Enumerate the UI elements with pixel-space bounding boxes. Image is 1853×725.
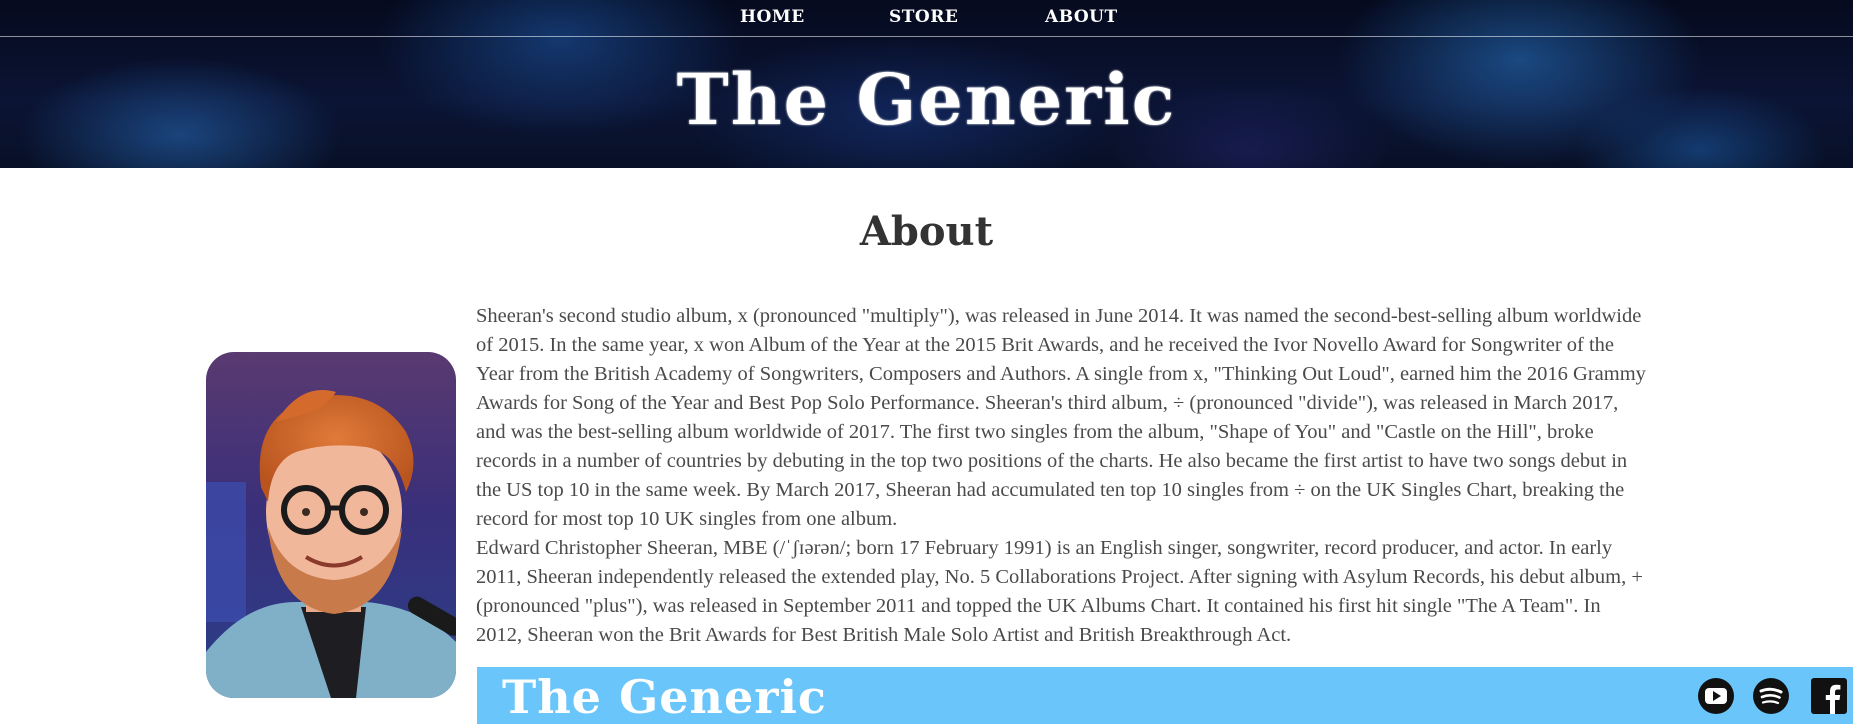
artist-photo [206, 352, 456, 698]
top-nav: HOME STORE ABOUT [0, 0, 1853, 37]
about-content: Sheeran's second studio album, x (pronou… [206, 302, 1646, 708]
site-title: The Generic [676, 58, 1177, 141]
spotify-icon[interactable] [1752, 677, 1790, 715]
youtube-icon[interactable] [1697, 677, 1735, 715]
site-header: HOME STORE ABOUT The Generic [0, 0, 1853, 168]
nav-home-link[interactable]: HOME [740, 7, 805, 27]
facebook-icon[interactable] [1810, 677, 1848, 715]
about-heading: About [859, 208, 994, 255]
artist-photo-illustration [206, 352, 456, 698]
nav-store-link[interactable]: STORE [889, 7, 958, 27]
site-footer: The Generic [477, 667, 1853, 724]
footer-title: The Generic [502, 670, 827, 724]
nav-about-link[interactable]: ABOUT [1045, 7, 1118, 27]
